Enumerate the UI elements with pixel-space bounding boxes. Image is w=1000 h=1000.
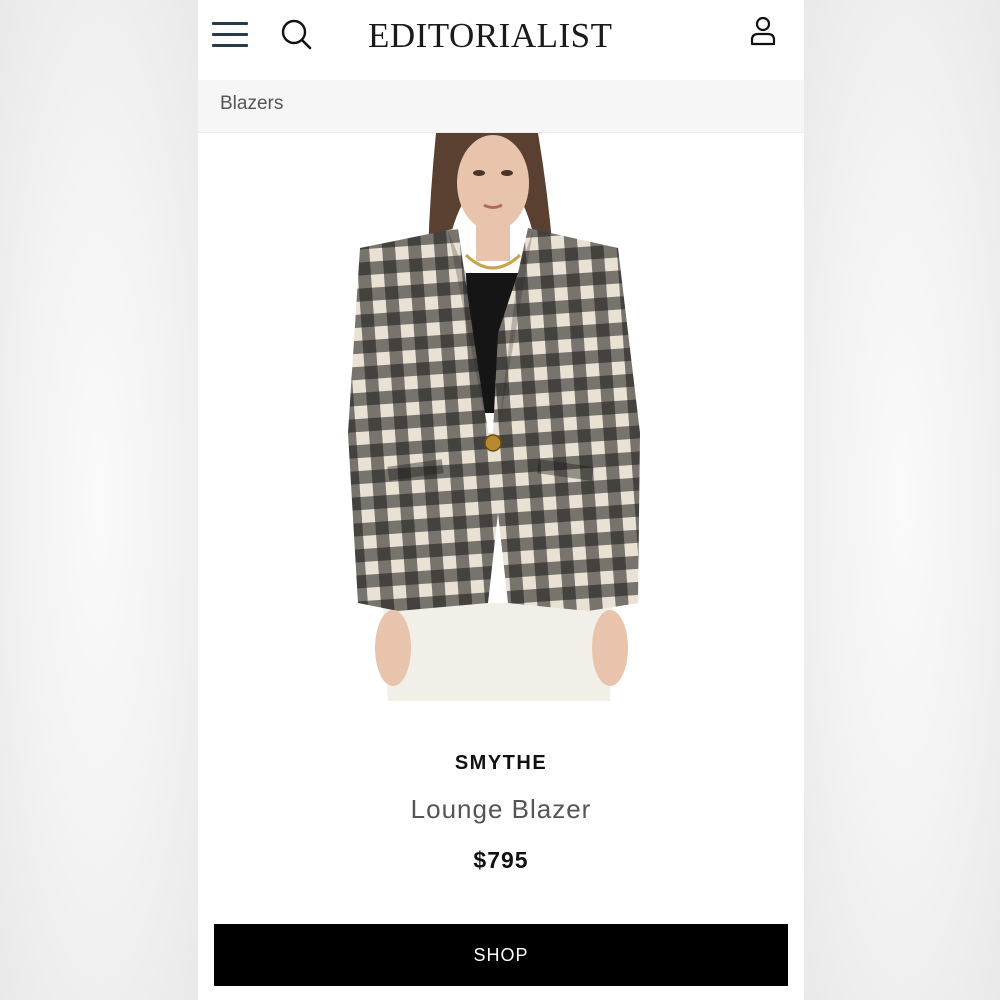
user-icon[interactable] [750,16,776,46]
breadcrumb-blazers[interactable]: Blazers [220,93,283,115]
breadcrumb-bar: Blazers [198,80,804,133]
search-icon[interactable] [280,18,312,50]
site-header: EDITORIALIST [198,0,804,80]
background-right [804,0,1000,1000]
site-logo[interactable]: EDITORIALIST [368,14,630,58]
product-brand[interactable]: SMYTHE [198,752,804,775]
background-left [0,0,198,1000]
mobile-page: EDITORIALIST Blazers SMYTHE Lounge Blaze… [198,0,804,1000]
hamburger-menu-icon[interactable] [212,20,248,48]
product-name[interactable]: Lounge Blazer [198,794,804,825]
product-image[interactable] [348,133,658,701]
shop-button[interactable]: SHOP [214,924,788,986]
product-price: $795 [473,847,529,873]
